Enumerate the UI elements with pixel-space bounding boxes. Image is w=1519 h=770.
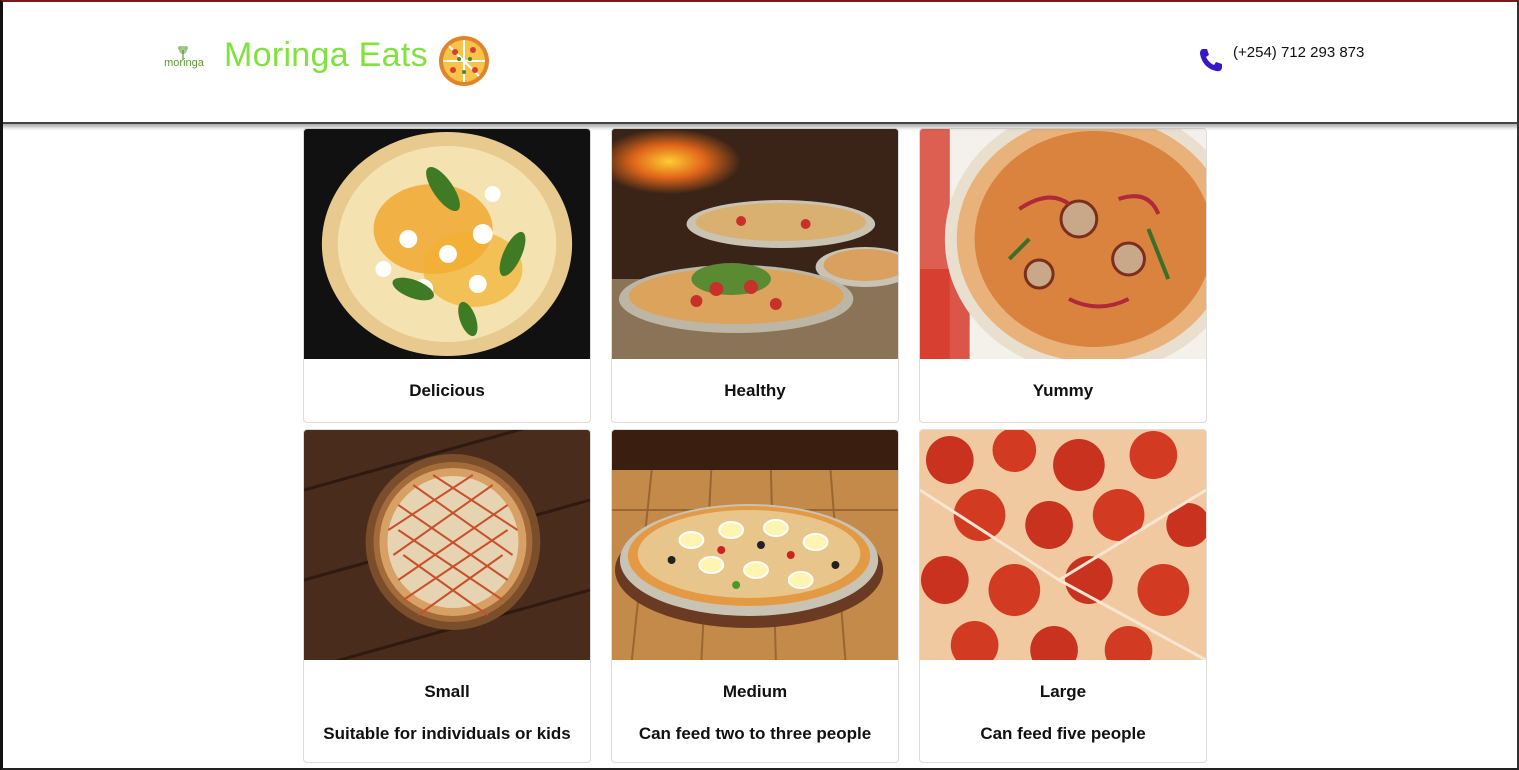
pizza-card-small[interactable]: Small Suitable for individuals or kids <box>303 429 591 763</box>
site-header: moringa Moringa Eats (+254) 712 293 873 <box>0 0 1519 124</box>
pizza-photo-medium <box>612 430 898 660</box>
card-title: Healthy <box>724 381 786 400</box>
site-title[interactable]: Moringa Eats <box>224 36 428 75</box>
pizza-card-large[interactable]: Large Can feed five people <box>919 429 1207 763</box>
pizza-card-delicious[interactable]: Delicious <box>303 128 591 423</box>
pizza-grid: Delicious Healthy Yummy Small Suitable f… <box>303 128 1207 763</box>
pizza-photo-healthy <box>612 129 898 359</box>
phone-icon <box>1200 49 1222 72</box>
moringa-logo-icon[interactable]: moringa <box>162 44 206 72</box>
card-description: Can feed two to three people <box>638 724 872 743</box>
card-description: Can feed five people <box>980 724 1146 743</box>
card-title: Delicious <box>409 381 485 400</box>
card-description: Suitable for individuals or kids <box>323 724 571 743</box>
pizza-photo-small <box>304 430 590 660</box>
pizza-card-yummy[interactable]: Yummy <box>919 128 1207 423</box>
svg-text:moringa: moringa <box>164 57 205 69</box>
pizza-card-healthy[interactable]: Healthy <box>611 128 899 423</box>
pizza-icon <box>439 36 489 86</box>
pizza-photo-yummy <box>920 129 1206 359</box>
card-title: Small <box>424 682 470 701</box>
pizza-card-medium[interactable]: Medium Can feed two to three people <box>611 429 899 763</box>
pizza-photo-large <box>920 430 1206 660</box>
card-title: Yummy <box>1032 381 1094 400</box>
pizza-photo-delicious <box>304 129 590 359</box>
phone-number[interactable]: (+254) 712 293 873 <box>1233 44 1364 61</box>
card-title: Medium <box>722 682 788 701</box>
card-title: Large <box>1039 682 1087 701</box>
